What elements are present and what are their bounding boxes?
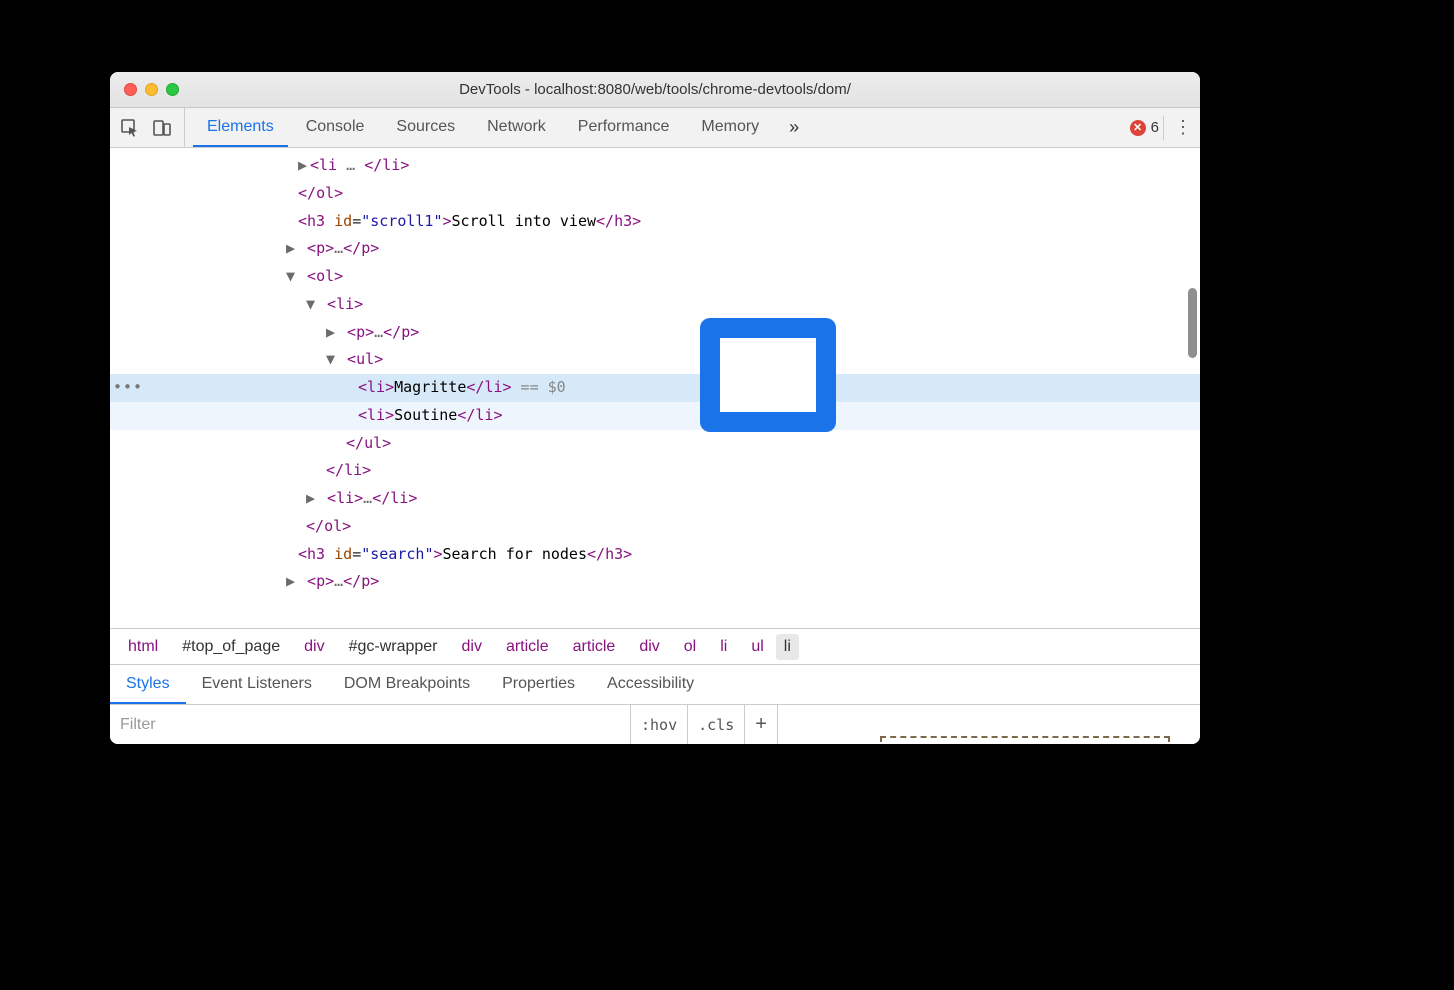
tab-performance[interactable]: Performance — [564, 108, 684, 147]
error-badge[interactable]: ✕ 6 — [1124, 116, 1164, 140]
hov-toggle[interactable]: :hov — [630, 705, 687, 744]
zoom-window-button[interactable] — [166, 83, 179, 96]
tab-sources[interactable]: Sources — [382, 108, 469, 147]
main-tabs: Elements Console Sources Network Perform… — [185, 108, 811, 147]
box-model-margin-edge — [880, 736, 1170, 742]
dollar-zero: == $0 — [512, 378, 566, 396]
crumb-gc[interactable]: #gc-wrapper — [337, 634, 450, 660]
highlight-overlay-icon — [700, 318, 836, 432]
crumb-li-end[interactable]: li — [776, 634, 799, 660]
h3-search-text: Search for nodes — [443, 545, 588, 563]
styles-filter-row: :hov .cls + — [110, 704, 1200, 744]
subtab-properties[interactable]: Properties — [486, 665, 591, 704]
tab-console[interactable]: Console — [292, 108, 379, 147]
tab-memory[interactable]: Memory — [687, 108, 773, 147]
traffic-lights — [110, 83, 179, 96]
device-toolbar-icon[interactable] — [148, 114, 176, 142]
subtab-styles[interactable]: Styles — [110, 665, 186, 704]
crumb-div[interactable]: div — [292, 634, 336, 660]
scrollbar-thumb[interactable] — [1188, 288, 1197, 358]
subtab-dom-breakpoints[interactable]: DOM Breakpoints — [328, 665, 486, 704]
tabs-overflow-icon[interactable]: » — [777, 108, 811, 147]
minimize-window-button[interactable] — [145, 83, 158, 96]
hovered-node-row[interactable]: <li>Soutine</li> — [110, 402, 1200, 430]
subtab-listeners[interactable]: Event Listeners — [186, 665, 328, 704]
cls-toggle[interactable]: .cls — [687, 705, 744, 744]
breadcrumb: html #top_of_page div #gc-wrapper div ar… — [110, 628, 1200, 664]
selected-node-row[interactable]: •••<li>Magritte</li> == $0 — [110, 374, 1200, 402]
new-style-rule-button[interactable]: + — [744, 705, 777, 744]
dom-tree[interactable]: ▶<li … </li> </ol> <h3 id="scroll1">Scro… — [110, 148, 1200, 600]
styles-filter-input[interactable] — [110, 705, 630, 744]
settings-kebab-icon[interactable]: ⋮ — [1166, 117, 1200, 138]
subtab-accessibility[interactable]: Accessibility — [591, 665, 710, 704]
inspect-element-icon[interactable] — [116, 114, 144, 142]
window-title: DevTools - localhost:8080/web/tools/chro… — [110, 81, 1200, 98]
crumb-html[interactable]: html — [116, 634, 170, 660]
main-tabs-bar: Elements Console Sources Network Perform… — [110, 108, 1200, 148]
h3-scroll-text: Scroll into view — [452, 212, 597, 230]
styles-pane-tabs: Styles Event Listeners DOM Breakpoints P… — [110, 664, 1200, 704]
devtools-window: DevTools - localhost:8080/web/tools/chro… — [110, 72, 1200, 744]
close-window-button[interactable] — [124, 83, 137, 96]
styles-filter-tools: :hov .cls + — [630, 705, 778, 744]
li-soutine-text: Soutine — [394, 406, 457, 424]
crumb-ol[interactable]: ol — [672, 634, 708, 660]
expand-dots-icon[interactable]: ••• — [113, 374, 143, 402]
crumb-top[interactable]: #top_of_page — [170, 634, 292, 660]
crumb-ul[interactable]: ul — [739, 634, 775, 660]
li-magritte-text: Magritte — [394, 378, 466, 396]
elements-panel: ▶<li … </li> </ol> <h3 id="scroll1">Scro… — [110, 148, 1200, 628]
titlebar: DevTools - localhost:8080/web/tools/chro… — [110, 72, 1200, 108]
tab-network[interactable]: Network — [473, 108, 560, 147]
inspect-tools — [110, 108, 185, 147]
error-count: 6 — [1151, 119, 1159, 136]
box-model-preview — [778, 705, 1200, 744]
crumb-article[interactable]: article — [494, 634, 561, 660]
crumb-li[interactable]: li — [708, 634, 739, 660]
h3-scroll-id: scroll1 — [370, 212, 433, 230]
tab-elements[interactable]: Elements — [193, 108, 288, 147]
h3-search-id: search — [370, 545, 424, 563]
crumb-div2[interactable]: div — [450, 634, 494, 660]
crumb-article2[interactable]: article — [561, 634, 628, 660]
error-icon: ✕ — [1130, 120, 1146, 136]
crumb-div3[interactable]: div — [627, 634, 671, 660]
